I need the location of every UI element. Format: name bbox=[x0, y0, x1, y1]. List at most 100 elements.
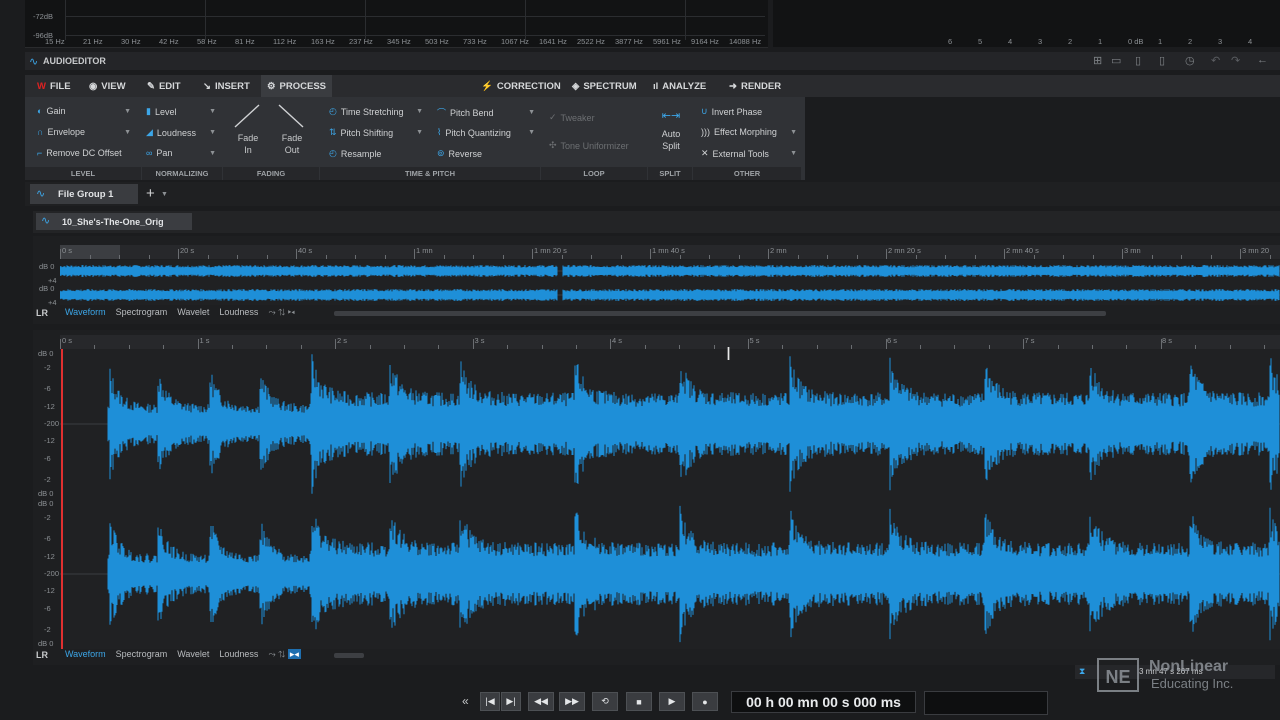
view-tab-loudness[interactable]: Loudness bbox=[219, 649, 258, 660]
tab-spectrum[interactable]: ◈ SPECTRUM bbox=[566, 75, 643, 97]
go-to-start-button[interactable]: |◀ bbox=[480, 692, 500, 711]
overview-scrollbar[interactable] bbox=[334, 311, 1106, 316]
split-icon: ⇤⇥ bbox=[661, 110, 681, 122]
redo-icon[interactable]: ↷ bbox=[1231, 54, 1240, 67]
db-label: -2 bbox=[44, 625, 51, 634]
back-icon[interactable]: ← bbox=[1257, 54, 1268, 66]
loop-button[interactable]: ⟲ bbox=[592, 692, 618, 711]
pitch-quantizing-button[interactable]: ⌇ Pitch Quantizing ▼ bbox=[437, 127, 535, 138]
tab-view[interactable]: ◉ VIEW bbox=[83, 75, 132, 97]
loudness-button[interactable]: ◢ Loudness ▼ bbox=[146, 127, 216, 138]
level-label: Level bbox=[154, 106, 177, 117]
reverse-button[interactable]: ⊚ Reverse bbox=[437, 148, 482, 159]
wavelab-logo-icon: W bbox=[37, 80, 46, 92]
envelope-label: Envelope bbox=[47, 127, 85, 137]
envelope-button[interactable]: ∩ Envelope ▼ bbox=[37, 127, 131, 137]
gain-button[interactable]: ◐ Gain ▼ bbox=[37, 106, 131, 116]
tab-label: RENDER bbox=[740, 80, 782, 92]
view-tab-spectrogram[interactable]: Spectrogram bbox=[116, 649, 168, 660]
view-tab-waveform[interactable]: Waveform bbox=[65, 307, 106, 318]
main-waveform[interactable] bbox=[60, 349, 1280, 649]
remove-dc-offset-label: Remove DC Offset bbox=[46, 148, 122, 158]
rewind-button[interactable]: ◀◀ bbox=[528, 692, 554, 711]
chevron-down-icon[interactable]: ▼ bbox=[161, 191, 168, 198]
tab-file-group-1[interactable]: ∿ File Group 1 bbox=[30, 184, 138, 204]
tab-edit[interactable]: ✎ EDIT bbox=[141, 75, 187, 97]
view-tab-loudness[interactable]: Loudness bbox=[219, 307, 258, 318]
group-label-time-pitch: TIME & PITCH bbox=[320, 167, 540, 180]
tab-insert[interactable]: ↘ INSERT bbox=[197, 75, 256, 97]
secondary-display[interactable] bbox=[924, 691, 1048, 715]
frequency-label: 42 Hz bbox=[159, 37, 179, 46]
main-scrollbar[interactable] bbox=[334, 653, 364, 658]
ruler-tick bbox=[355, 255, 356, 259]
ruler-label: 4 s bbox=[612, 336, 623, 345]
pitch-shifting-button[interactable]: ⇅ Pitch Shifting ▼ bbox=[329, 127, 423, 138]
tab-label: INSERT bbox=[214, 80, 250, 92]
tab-analyze[interactable]: ıl ANALYZE bbox=[647, 75, 712, 97]
ruler-tick bbox=[384, 255, 386, 259]
db-label: dB 0 bbox=[39, 284, 55, 293]
frequency-label: 15 Hz bbox=[45, 37, 65, 46]
snap-icon[interactable]: ⧗ bbox=[1079, 666, 1085, 677]
record-button[interactable]: ● bbox=[692, 692, 718, 711]
play-button[interactable]: ▶ bbox=[659, 692, 685, 711]
time-stretching-button[interactable]: ◴ Time Stretching ▼ bbox=[329, 106, 423, 117]
stop-button[interactable]: ■ bbox=[626, 692, 652, 711]
effect-morphing-button[interactable]: ))) Effect Morphing ▼ bbox=[701, 127, 797, 137]
frequency-label: 1641 Hz bbox=[539, 37, 567, 46]
time-display[interactable]: 00 h 00 mn 00 s 000 ms bbox=[731, 691, 916, 713]
history-icon[interactable]: ◷ bbox=[1185, 54, 1195, 67]
ruler-tick bbox=[591, 255, 592, 259]
ruler-tick bbox=[1033, 255, 1035, 259]
view-tab-wavelet[interactable]: Wavelet bbox=[177, 307, 209, 318]
new-file-icon[interactable]: ⊞ bbox=[1093, 54, 1102, 67]
fade-in-button[interactable]: Fade In bbox=[231, 103, 265, 163]
save-icon[interactable]: ▯ bbox=[1135, 54, 1141, 67]
invert-phase-button[interactable]: ∪ Invert Phase bbox=[701, 106, 762, 117]
view-tab-waveform[interactable]: Waveform bbox=[65, 649, 106, 660]
overview-waveform[interactable] bbox=[60, 260, 1280, 305]
external-tools-button[interactable]: ✕ External Tools ▼ bbox=[701, 148, 797, 159]
ruler-label: 5 s bbox=[749, 336, 760, 345]
overview-time-ruler[interactable]: 0 s 20 s 40 s 1 mn 1 mn 20 s 1 mn 40 s 2 mn 2 m… bbox=[60, 245, 1280, 259]
analyze-icon: ıl bbox=[653, 80, 659, 92]
ruler-tick bbox=[1023, 339, 1025, 349]
fade-in-icon bbox=[234, 104, 260, 128]
fade-out-button[interactable]: Fade Out bbox=[275, 103, 309, 163]
tab-process[interactable]: ⚙ PROCESS bbox=[261, 75, 332, 97]
undo-icon[interactable]: ↶ bbox=[1211, 54, 1220, 67]
tab-label: SPECTRUM bbox=[583, 80, 637, 92]
tab-correction[interactable]: ⚡ CORRECTION bbox=[475, 75, 567, 97]
open-folder-icon[interactable]: ▭ bbox=[1111, 54, 1121, 67]
file-tab[interactable]: ∿ 10_She's-The-One_Orig bbox=[36, 213, 192, 230]
fast-forward-button[interactable]: ▶▶ bbox=[559, 692, 585, 711]
tweaker-button[interactable]: ✓ Tweaker bbox=[549, 112, 595, 123]
frequency-label: 3877 Hz bbox=[615, 37, 643, 46]
resample-button[interactable]: ◴ Resample bbox=[329, 148, 381, 159]
playback-cursor[interactable] bbox=[61, 349, 63, 649]
tab-file[interactable]: W FILE bbox=[31, 75, 77, 97]
auto-split-button[interactable]: ⇤⇥ Auto Split bbox=[653, 109, 689, 152]
zoom-icons[interactable]: ⤳ ⇅ ▸◂ bbox=[268, 307, 294, 318]
tab-render[interactable]: ➜ RENDER bbox=[723, 75, 787, 97]
meter-label: 1 bbox=[1098, 37, 1103, 46]
add-file-group-button[interactable]: + bbox=[146, 185, 155, 202]
view-tab-spectrogram[interactable]: Spectrogram bbox=[116, 307, 168, 318]
remove-dc-offset-button[interactable]: ⌐ Remove DC Offset bbox=[37, 148, 122, 158]
normalize-level-button[interactable]: ▮ Level ▼ bbox=[146, 106, 216, 117]
go-to-end-button[interactable]: ▶| bbox=[501, 692, 521, 711]
view-tab-wavelet[interactable]: Wavelet bbox=[177, 649, 209, 660]
save-as-icon[interactable]: ▯ bbox=[1159, 54, 1165, 67]
transport-rewind-start-button[interactable]: « bbox=[462, 694, 469, 708]
main-time-ruler[interactable]: 0 s 1 s 2 s 3 s 4 s 5 s 6 s 7 s 8 s bbox=[60, 335, 1280, 349]
pan-button[interactable]: ∞ Pan ▼ bbox=[146, 148, 216, 158]
pitch-bend-button[interactable]: ⌒ Pitch Bend ▼ bbox=[437, 106, 535, 119]
nonlinear-logo: NE bbox=[1097, 658, 1139, 692]
zoom-icons[interactable]: ⤳ ⇅ ▸◂ bbox=[268, 649, 301, 660]
ruler-tick bbox=[532, 249, 533, 259]
meter-label: 4 bbox=[1008, 37, 1013, 46]
tone-uniformizer-icon: ✣ bbox=[549, 140, 557, 150]
ruler-tick bbox=[119, 255, 120, 259]
tone-uniformizer-button[interactable]: ✣ Tone Uniformizer bbox=[549, 140, 629, 151]
